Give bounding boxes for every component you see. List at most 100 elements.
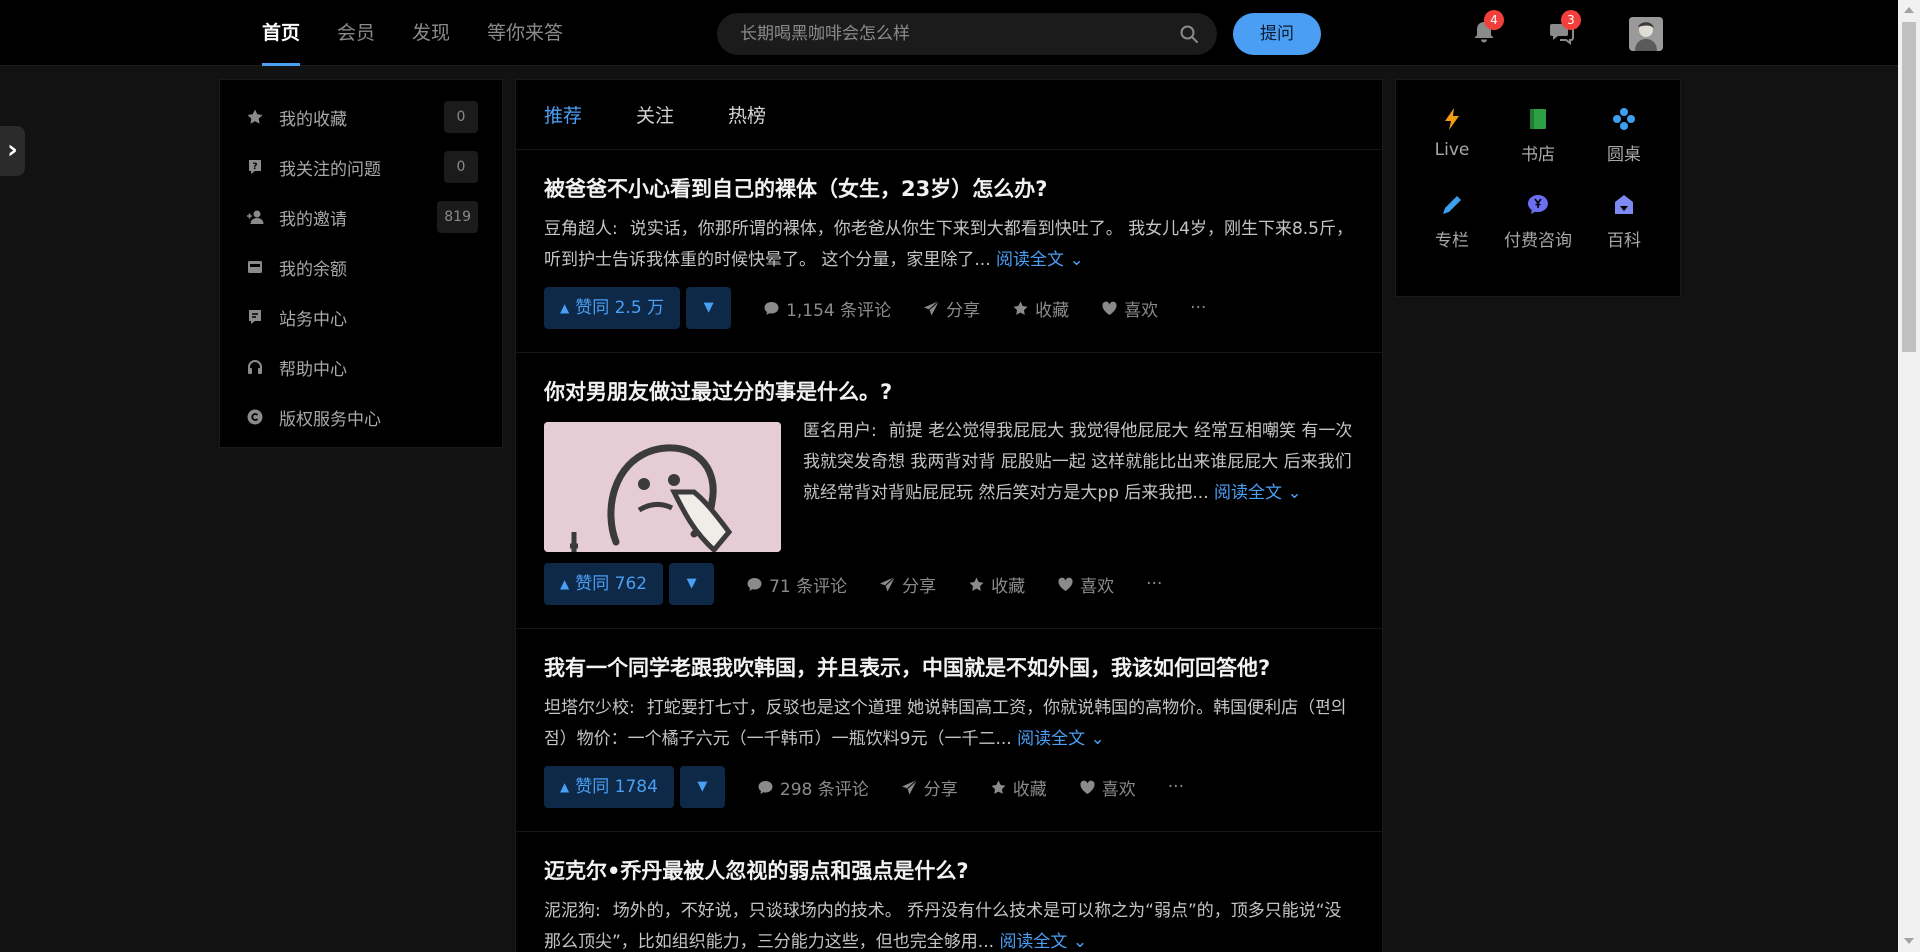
notifications-button[interactable]: 4 (1470, 10, 1504, 46)
read-more-link[interactable]: 阅读全文 ⌄ (1214, 483, 1302, 503)
like-button[interactable]: 喜欢 (1101, 296, 1158, 321)
scrollbar-thumb[interactable] (1902, 22, 1916, 352)
excerpt-text: 打蛇要打七寸，反驳也是这个道理 她说韩国高工资，你就说韩国的高物价。韩国便利店（… (544, 698, 1347, 749)
share-button[interactable]: 分享 (923, 296, 980, 321)
nav-home[interactable]: 首页 (262, 0, 301, 66)
heart-icon (1102, 301, 1117, 315)
like-button[interactable]: 喜欢 (1057, 572, 1114, 597)
question-title[interactable]: 迈克尔•乔丹最被人忽视的弱点和强点是什么? (544, 856, 1354, 886)
collect-button[interactable]: 收藏 (968, 572, 1025, 597)
collect-label: 收藏 (1012, 779, 1047, 800)
tab-hot-list[interactable]: 热榜 (728, 101, 766, 128)
favorites-count: 0 (444, 101, 478, 133)
more-options-button[interactable]: ··· (1146, 574, 1162, 594)
link-live[interactable]: Live (1409, 106, 1495, 165)
upvote-count: 赞同 2.5 万 (575, 298, 665, 318)
feed-card: 我有一个同学老跟我吹韩国，并且表示，中国就是不如外国，我该如何回答他? 坦塔尔少… (516, 629, 1382, 832)
collect-button[interactable]: 收藏 (1012, 296, 1069, 321)
link-bookstore[interactable]: 书店 (1495, 106, 1581, 165)
answer-excerpt[interactable]: 豆角超人: 说实话，你那所谓的裸体，你老爸从你生下来到大都看到快吐了。 我女儿4岁… (544, 214, 1354, 276)
upvote-button[interactable]: ▲ 赞同 1784 (544, 766, 674, 808)
search-input[interactable] (717, 13, 1147, 55)
question-icon: ? (249, 160, 261, 174)
link-encyclopedia[interactable]: 百科 (1581, 192, 1667, 251)
scroll-down-arrow-icon[interactable] (1904, 938, 1914, 944)
comments-button[interactable]: 71 条评论 (746, 572, 847, 597)
question-title[interactable]: 我有一个同学老跟我吹韩国，并且表示，中国就是不如外国，我该如何回答他? (544, 653, 1354, 683)
downvote-button[interactable]: ▼ (669, 563, 715, 605)
link-paid-consult[interactable]: 付费咨询 (1495, 192, 1581, 251)
downvote-button[interactable]: ▼ (679, 766, 725, 808)
link-column[interactable]: 专栏 (1409, 192, 1495, 251)
sidebar-item-favorites[interactable]: 我的收藏 0 (220, 92, 502, 142)
answer-excerpt[interactable]: 坦塔尔少校: 打蛇要打七寸，反驳也是这个道理 她说韩国高工资，你就说韩国的高物价。… (544, 693, 1354, 755)
read-more-link[interactable]: 阅读全文 ⌄ (996, 250, 1084, 270)
read-more-link[interactable]: 阅读全文 ⌄ (999, 932, 1087, 952)
sidebar-item-site-center[interactable]: 站务中心 (220, 292, 502, 342)
comments-button[interactable]: 1,154 条评论 (763, 296, 891, 321)
answer-excerpt[interactable]: 匿名用户: 前提 老公觉得我屁屁大 我觉得他屁屁大 经常互相嘲笑 有一次我就突发奇… (803, 416, 1354, 552)
paper-plane-icon (901, 779, 918, 794)
question-title[interactable]: 你对男朋友做过最过分的事是什么。? (544, 377, 1354, 407)
read-more-label: 阅读全文 (1017, 729, 1086, 749)
invitations-count: 819 (437, 201, 478, 233)
share-button[interactable]: 分享 (879, 572, 936, 597)
nav-waiting-answers[interactable]: 等你来答 (487, 0, 563, 66)
comment-icon (747, 577, 762, 591)
question-title[interactable]: 被爸爸不小心看到自己的裸体（女生，23岁）怎么办? (544, 174, 1354, 204)
comments-button[interactable]: 298 条评论 (757, 775, 869, 800)
downvote-button[interactable]: ▼ (686, 287, 732, 329)
share-button[interactable]: 分享 (901, 775, 958, 800)
right-quick-links: Live 书店 圆桌 专栏 付费咨询 百科 (1395, 79, 1681, 297)
nav-membership[interactable]: 会员 (337, 0, 375, 66)
sidebar-item-label: 帮助中心 (279, 359, 347, 380)
svg-text:?: ? (252, 162, 257, 172)
more-dots-icon: ··· (1190, 298, 1207, 318)
comments-count: 71 条评论 (769, 576, 848, 597)
more-options-button[interactable]: ··· (1190, 298, 1206, 318)
scroll-up-arrow-icon[interactable] (1904, 7, 1914, 13)
excerpt-text: 场外的，不好说，只谈球场内的技术。 乔丹没有什么技术是可以称之为“弱点”的，顶多… (544, 901, 1342, 952)
like-label: 喜欢 (1124, 300, 1159, 321)
messages-button[interactable]: 3 (1547, 10, 1581, 46)
tab-recommended[interactable]: 推荐 (544, 101, 582, 128)
triangle-up-icon: ▲ (560, 301, 570, 315)
answer-author: 泥泥狗: (544, 901, 601, 921)
sidebar-item-copyright-center[interactable]: 版权服务中心 (220, 392, 502, 442)
tab-following[interactable]: 关注 (636, 101, 674, 128)
message-badge: 3 (1561, 10, 1581, 30)
link-label: 百科 (1607, 231, 1641, 251)
feed-tabs: 推荐 关注 热榜 (516, 80, 1382, 150)
upvote-button[interactable]: ▲ 赞同 2.5 万 (544, 287, 681, 329)
main-feed: 推荐 关注 热榜 被爸爸不小心看到自己的裸体（女生，23岁）怎么办? 豆角超人:… (515, 79, 1383, 952)
collect-button[interactable]: 收藏 (990, 775, 1047, 800)
user-avatar[interactable] (1629, 17, 1663, 51)
link-roundtable[interactable]: 圆桌 (1581, 106, 1667, 165)
sidebar-item-help-center[interactable]: 帮助中心 (220, 342, 502, 392)
chat-square-icon (249, 310, 261, 324)
chevron-down-icon: ⌄ (1287, 483, 1302, 503)
page-scrollbar[interactable] (1898, 0, 1920, 952)
ask-question-button[interactable]: 提问 (1233, 13, 1321, 55)
chevron-down-icon: ⌄ (1090, 729, 1105, 749)
upvote-button[interactable]: ▲ 赞同 762 (544, 563, 664, 605)
link-label: 书店 (1521, 145, 1555, 165)
sidebar-toggle-button[interactable]: › (0, 126, 25, 176)
sidebar-item-balance[interactable]: 我的余额 (220, 242, 502, 292)
read-more-link[interactable]: 阅读全文 ⌄ (1017, 729, 1105, 749)
paper-plane-icon (880, 576, 896, 591)
search-icon[interactable] (1179, 24, 1199, 44)
heart-icon (1080, 780, 1095, 794)
nav-discover[interactable]: 发现 (412, 0, 450, 66)
answer-thumbnail[interactable] (544, 422, 781, 552)
sidebar-item-invitations[interactable]: 我的邀请 819 (220, 192, 502, 242)
feed-card: 你对男朋友做过最过分的事是什么。? 匿名用户: 前提 老公觉得我屁屁大 我觉得他屁… (516, 353, 1382, 629)
avatar-image (1629, 17, 1663, 51)
excerpt-text: 说实话，你那所谓的裸体，你老爸从你生下来到大都看到快吐了。 我女儿4岁，刚生下来… (544, 219, 1353, 270)
answer-excerpt[interactable]: 泥泥狗: 场外的，不好说，只谈球场内的技术。 乔丹没有什么技术是可以称之为“弱点”… (544, 896, 1354, 952)
link-label: Live (1434, 140, 1470, 160)
sidebar-item-followed-questions[interactable]: ? 我关注的问题 0 (220, 142, 502, 192)
more-options-button[interactable]: ··· (1168, 777, 1184, 797)
like-button[interactable]: 喜欢 (1079, 775, 1136, 800)
answer-actions: ▲ 赞同 2.5 万 ▼ 1,154 条评论 分享 收藏 喜欢 ··· (544, 286, 1354, 330)
